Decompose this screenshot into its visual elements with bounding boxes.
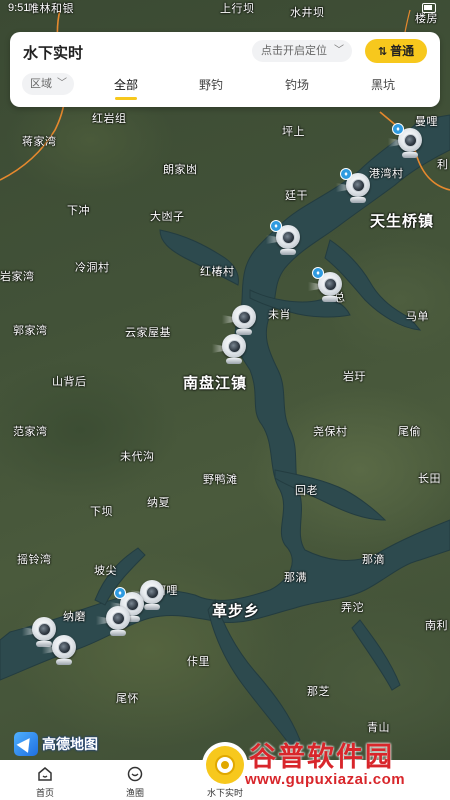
map-label: 朗家凼 bbox=[163, 164, 198, 176]
battery-icon bbox=[422, 3, 436, 13]
map-label: 尾怀 bbox=[116, 693, 139, 705]
tab-all[interactable]: 全部 bbox=[114, 76, 138, 100]
watermark-title: 谷普软件园 bbox=[249, 742, 394, 772]
map-label: 下冲 bbox=[67, 205, 90, 217]
map-label: 范家湾 bbox=[13, 426, 48, 438]
chevron-down-icon: ﹀ bbox=[334, 45, 344, 56]
swap-icon: ⇅ bbox=[377, 46, 388, 58]
map-label: 摇铃湾 bbox=[17, 554, 52, 566]
map-mode-label: 普通 bbox=[390, 44, 415, 58]
map-label: 尾偷 bbox=[398, 426, 421, 438]
tab-wild-fishing[interactable]: 野钓 bbox=[199, 76, 223, 93]
map-label: 山背后 bbox=[52, 376, 87, 388]
underwater-camera-marker[interactable]: ♦ bbox=[388, 123, 422, 158]
map-label: 马单 bbox=[406, 311, 429, 323]
map-label: 长田 bbox=[418, 473, 441, 485]
nav-home-label: 首页 bbox=[35, 788, 54, 798]
map-mode-toggle-button[interactable]: ⇅ 普通 bbox=[365, 39, 427, 63]
home-icon bbox=[38, 767, 52, 781]
map-label-town: 南盘江镇 bbox=[183, 375, 248, 392]
map-label: 纳磨 bbox=[63, 611, 86, 623]
enable-location-label: 点击开启定位 bbox=[261, 45, 327, 57]
area-filter-dropdown[interactable]: 区域 ﹀ bbox=[22, 73, 74, 95]
map-label: 郭家湾 bbox=[13, 325, 48, 337]
site-watermark: 谷普软件园 www.gupuxiazai.com bbox=[245, 735, 450, 795]
map-label: 利 bbox=[437, 159, 449, 171]
watermark-url: www.gupuxiazai.com bbox=[245, 771, 406, 788]
map-label: 弄沱 bbox=[341, 602, 364, 614]
map-label: 尧保村 bbox=[313, 426, 348, 438]
map-label: 那芝 bbox=[307, 686, 330, 698]
map-label: 蒋家湾 bbox=[22, 136, 57, 148]
map-label: 云家屋基 bbox=[125, 327, 171, 339]
map-label: 港湾村 bbox=[369, 168, 404, 180]
underwater-camera-marker[interactable]: ♦ bbox=[266, 220, 300, 255]
map-label: 坪上 bbox=[282, 126, 305, 138]
circle-smile-icon bbox=[127, 766, 143, 782]
chevron-down-icon: ﹀ bbox=[57, 78, 67, 89]
map-label-town: 天生桥镇 bbox=[370, 213, 435, 230]
underwater-camera-marker[interactable] bbox=[222, 305, 256, 335]
nav-circle[interactable]: 渔圈 bbox=[100, 760, 170, 800]
underwater-live-icon[interactable] bbox=[206, 746, 244, 784]
tab-fishing-ground[interactable]: 钓场 bbox=[285, 76, 309, 93]
map-label: 未代沟 bbox=[120, 451, 155, 463]
map-label: 那满 bbox=[284, 572, 307, 584]
map-label: 纳夏 bbox=[147, 497, 170, 509]
map-label: 岩玗 bbox=[343, 371, 366, 383]
status-bar: 9:51 bbox=[0, 0, 450, 18]
map-label: 佧里 bbox=[187, 656, 210, 668]
amap-logo-text: 高德地图 bbox=[42, 736, 98, 752]
page-title: 水下实时 bbox=[23, 45, 84, 62]
underwater-camera-marker[interactable] bbox=[212, 334, 246, 364]
underwater-camera-marker[interactable] bbox=[96, 606, 130, 636]
map-label-town: 革步乡 bbox=[212, 603, 261, 620]
map-label: 回老 bbox=[295, 485, 318, 497]
amap-logo-icon bbox=[14, 732, 38, 756]
map-label: 岩家湾 bbox=[0, 271, 35, 283]
map-label: 野鸭滩 bbox=[203, 474, 238, 486]
map-label: 冷洞村 bbox=[75, 262, 110, 274]
underwater-camera-marker[interactable]: ♦ bbox=[308, 267, 342, 302]
map-label: 南利 bbox=[425, 620, 448, 632]
filter-card: 水下实时 点击开启定位 ﹀ ⇅ 普通 区域 ﹀ 全部 野钓 钓场 黑坑 bbox=[10, 32, 440, 107]
map-label: 未肖 bbox=[268, 309, 291, 321]
map-label: 下坝 bbox=[90, 506, 113, 518]
tab-black-pit[interactable]: 黑坑 bbox=[371, 76, 395, 93]
map-label: 坡尖 bbox=[94, 565, 117, 577]
nav-home[interactable]: 首页 bbox=[10, 760, 80, 800]
underwater-camera-marker[interactable]: ♦ bbox=[336, 168, 370, 203]
map-label: 曼哩 bbox=[415, 116, 438, 128]
status-time: 9:51 bbox=[8, 2, 30, 14]
map-terrain bbox=[0, 9, 450, 746]
amap-logo: 高德地图 bbox=[14, 731, 98, 757]
nav-circle-label: 渔圈 bbox=[125, 788, 144, 798]
map-label: 青山 bbox=[367, 722, 390, 734]
underwater-camera-marker[interactable] bbox=[42, 635, 76, 665]
map-label: 廷干 bbox=[285, 190, 308, 202]
satellite-map[interactable]: 红岩组 蒋家湾 坪上 朗家凼 港湾村 下冲 大凼子 廷干 天生桥镇 冷洞村 红椿… bbox=[0, 0, 450, 800]
map-label: 大凼子 bbox=[150, 211, 185, 223]
map-label: 红岩组 bbox=[92, 113, 127, 125]
area-filter-label: 区域 bbox=[30, 78, 52, 90]
enable-location-button[interactable]: 点击开启定位 ﹀ bbox=[252, 40, 352, 62]
map-label: 红椿村 bbox=[200, 266, 235, 278]
map-label: 那滴 bbox=[362, 554, 385, 566]
